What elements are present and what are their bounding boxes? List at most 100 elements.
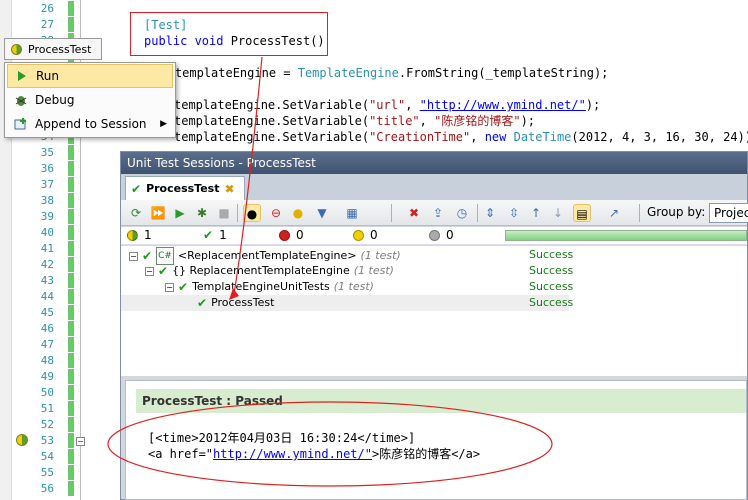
var-text: templateEngine = (167, 66, 298, 80)
string-url-key: "url" (369, 98, 406, 112)
setvar-call: templateEngine.SetVariable( (174, 130, 370, 144)
summary-passed-count: 1 (219, 228, 227, 242)
string-title-value: "陈彦铭的博客" (434, 114, 521, 128)
ignored-icon (353, 229, 364, 241)
stop-icon[interactable]: ■ (215, 204, 233, 222)
passed-icon: ✔ (178, 280, 189, 294)
tree-item-name: ProcessTest (211, 296, 275, 309)
line-number: 40 (40, 226, 54, 239)
type-name: TemplateEngine (297, 66, 399, 80)
line-number: 38 (40, 194, 54, 207)
options-icon[interactable]: ↗ (605, 204, 623, 222)
line-number: 42 (40, 258, 54, 271)
status-success: Success (529, 264, 574, 277)
total-icon (127, 229, 138, 241)
failed-filter-icon[interactable]: ⊖ (267, 204, 285, 222)
group-by-select[interactable]: Projects (709, 203, 748, 223)
tree-item-count: (1 test) (333, 280, 374, 293)
annotation-box (130, 12, 328, 56)
url-link[interactable]: "http://www.ymind.net/" (420, 98, 586, 112)
new-keyword: new (484, 130, 507, 144)
code-line-34: templateEngine.SetVariable("CreationTime… (174, 129, 748, 145)
output-url-link[interactable]: http://www.ymind.net/" (213, 447, 372, 461)
debug-icon[interactable]: ✱ (193, 204, 211, 222)
line-number: 54 (40, 450, 54, 463)
line-number: 35 (40, 146, 54, 159)
passed-icon: ✔ (158, 264, 169, 278)
run-all-icon[interactable]: ⏩ (149, 204, 167, 222)
change-marker (68, 193, 74, 208)
show-all-icon[interactable]: ● (243, 204, 261, 222)
tree-row[interactable]: − ✔{} ReplacementTemplateEngine (1 test) S… (121, 263, 573, 279)
tab-processtest[interactable]: ✔ ProcessTest ✖ (125, 176, 245, 200)
datetime-type: DateTime (513, 130, 572, 144)
ignored-filter-icon[interactable]: ● (289, 204, 307, 222)
append-session-icon (7, 117, 35, 131)
summary-passed: ✔ 1 (203, 228, 227, 242)
line-number: 49 (40, 370, 54, 383)
menu-item-debug-label: Debug (35, 93, 75, 107)
filter-icon[interactable]: ▼ (313, 204, 331, 222)
passed-icon: ✔ (131, 181, 142, 196)
tree-item-name: <ReplacementTemplateEngine> (177, 249, 357, 262)
summary-unknown: 0 (429, 228, 454, 242)
menu-item-debug[interactable]: Debug (7, 88, 173, 112)
remove-icon[interactable]: ✖ (405, 204, 423, 222)
close-icon[interactable]: ✖ (225, 182, 235, 196)
status-success: Success (529, 248, 574, 261)
tree-row-selected[interactable]: ✔ ProcessTest Success (121, 295, 573, 311)
collapse-icon[interactable]: ⇳ (505, 204, 523, 222)
passed-icon: ✔ (203, 228, 214, 242)
status-success: Success (529, 280, 574, 293)
tree-row[interactable]: − ✔ TemplateEngineUnitTests (1 test) Succes… (121, 279, 573, 295)
test-tree: − ✔ C# <ReplacementTemplateEngine> (1 test) … (121, 246, 747, 376)
move-up-icon[interactable]: ↑ (527, 204, 545, 222)
window-title[interactable]: Unit Test Sessions - ProcessTest (121, 152, 747, 174)
run-icon[interactable]: ▶ (171, 204, 189, 222)
line-number: 41 (40, 242, 54, 255)
change-marker (68, 481, 74, 496)
summary-ignored: 0 (353, 228, 378, 242)
menu-item-append-session[interactable]: Append to Session ▶ (7, 112, 173, 136)
separator (391, 204, 392, 222)
fold-toggle-icon[interactable]: − (76, 437, 85, 446)
passed-icon: ✔ (142, 249, 153, 263)
var-tail: .FromString(_templateString); (398, 66, 609, 80)
menu-item-run[interactable]: Run (7, 64, 173, 88)
line-number: 47 (40, 338, 54, 351)
history-icon[interactable]: ◷ (453, 204, 471, 222)
move-down-icon[interactable]: ↓ (549, 204, 567, 222)
collapse-icon[interactable]: − (165, 282, 174, 292)
context-menu: Run Debug Append to Session ▶ (4, 62, 176, 138)
change-marker (68, 273, 74, 288)
bulb-icon[interactable] (16, 434, 28, 446)
view-options-icon[interactable]: ▤ (573, 204, 591, 222)
close-paren: ); (585, 98, 601, 112)
context-header[interactable]: ProcessTest (4, 38, 102, 60)
collapse-icon[interactable]: − (129, 251, 138, 261)
close-paren: ); (520, 114, 536, 128)
change-marker (68, 17, 74, 32)
refresh-icon[interactable]: ⟳ (127, 204, 145, 222)
output-line-2: <a href="http://www.ymind.net/">陈彦铭的博客</… (148, 445, 480, 462)
string-url-value: "http://www.ymind.net/" (420, 98, 586, 112)
tree-row[interactable]: − ✔ C# <ReplacementTemplateEngine> (1 test) … (121, 247, 573, 265)
layout-icon[interactable]: ▦ (343, 204, 361, 222)
group-by-label: Group by: (647, 205, 706, 219)
line-number: 51 (40, 402, 54, 415)
line-number: 56 (40, 482, 54, 495)
expand-icon[interactable]: ⇕ (481, 204, 499, 222)
change-marker (68, 401, 74, 416)
line-number: 55 (40, 466, 54, 479)
change-marker (68, 225, 74, 240)
summary-unknown-count: 0 (446, 228, 454, 242)
summary-ignored-count: 0 (370, 228, 378, 242)
collapse-icon[interactable]: − (145, 266, 154, 276)
tree-item-count: (1 test) (360, 249, 401, 262)
line-number: 26 (40, 2, 54, 15)
separator (237, 204, 238, 222)
summary-total: 1 (127, 228, 152, 242)
summary-bar: 1 ✔ 1 0 0 0 (121, 227, 747, 245)
code-line-30: var templateEngine = TemplateEngine.From… (146, 65, 608, 81)
export-icon[interactable]: ⇪ (429, 204, 447, 222)
